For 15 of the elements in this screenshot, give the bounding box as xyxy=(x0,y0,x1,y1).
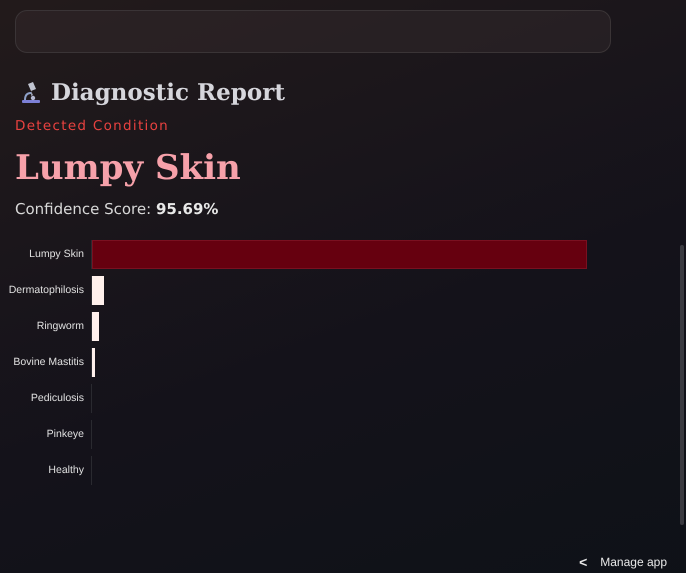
bar-label: Ringworm xyxy=(36,320,84,332)
bar-label: Lumpy Skin xyxy=(29,248,84,260)
bar-label: Pinkeye xyxy=(46,428,84,440)
bar-label: Healthy xyxy=(48,464,84,476)
confidence-score: Confidence Score: 95.69% xyxy=(15,200,220,218)
bar-label: Bovine Mastitis xyxy=(13,356,84,368)
microscope-icon xyxy=(19,80,43,104)
manage-app-link[interactable]: Manage app xyxy=(600,555,667,569)
condition-name: Lumpy Skin xyxy=(15,148,242,188)
condition-label: Detected Condition xyxy=(15,118,170,134)
scrollbar-thumb[interactable] xyxy=(680,245,684,525)
bar-label: Pediculosis xyxy=(30,392,84,404)
chevron-icon[interactable]: < xyxy=(579,554,588,570)
bar-label: Dermatophilosis xyxy=(8,284,84,296)
report-title: Diagnostic Report xyxy=(51,79,285,106)
